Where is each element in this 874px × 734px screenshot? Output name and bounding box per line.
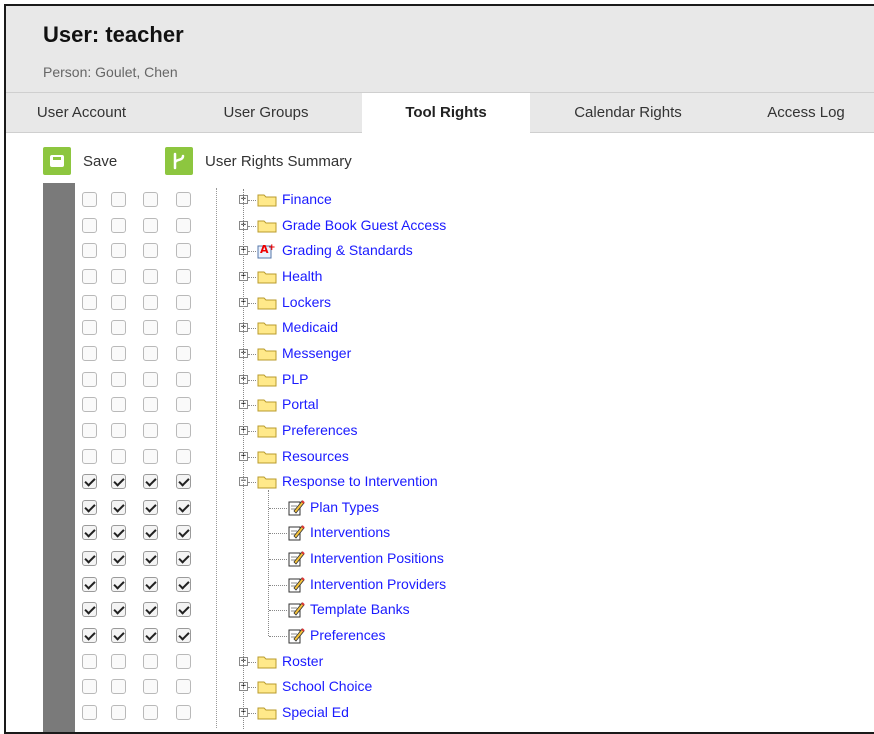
- folder-icon: [257, 296, 277, 310]
- tree-connector: [248, 302, 256, 304]
- tool-edit-icon: [287, 498, 305, 516]
- tree-item-label[interactable]: Special Ed: [282, 704, 349, 720]
- tree-connector: [248, 482, 256, 484]
- folder-icon: [257, 347, 277, 361]
- folder-icon: [257, 680, 277, 694]
- folder-icon: [257, 398, 277, 412]
- tree-connector: [248, 713, 256, 714]
- tree-item-label[interactable]: Medicaid: [282, 319, 338, 335]
- folder-icon: [257, 475, 277, 489]
- tree-trunk-line: [243, 189, 244, 729]
- tree-item-label[interactable]: Plan Types: [310, 499, 379, 515]
- tool-rights-tree: + Finance + Grade Book Guest Access + A + Gradi…: [6, 6, 874, 729]
- tree-item-label[interactable]: Preferences: [310, 627, 385, 643]
- folder-icon: [257, 424, 277, 438]
- tree-connector: [269, 610, 287, 612]
- tree-item-label[interactable]: PLP: [282, 371, 308, 387]
- tree-item-label[interactable]: Portal: [282, 396, 319, 412]
- tree-connector: [248, 225, 256, 227]
- svg-text:+: +: [268, 243, 276, 253]
- folder-icon: [257, 321, 277, 335]
- tree-connector: [248, 353, 256, 355]
- tree-item-label[interactable]: Template Banks: [310, 601, 410, 617]
- tree-connector: [248, 456, 256, 458]
- tree-connector: [269, 584, 287, 586]
- tree-connector: [248, 379, 256, 381]
- tool-edit-icon: [287, 600, 305, 618]
- folder-icon: [257, 655, 277, 669]
- tool-edit-icon: [287, 549, 305, 567]
- tree-connector: [269, 636, 287, 638]
- tree-connector: [248, 328, 256, 330]
- tree-connector: [248, 430, 256, 432]
- tree-item-label[interactable]: School Choice: [282, 678, 372, 694]
- folder-icon: [257, 193, 277, 207]
- tree-connector: [248, 251, 256, 253]
- tree-item-label[interactable]: Health: [282, 268, 322, 284]
- tree-item-label[interactable]: Lockers: [282, 294, 331, 310]
- tree-item-label[interactable]: Preferences: [282, 422, 357, 438]
- folder-icon: [257, 270, 277, 284]
- tree-item-label[interactable]: Grade Book Guest Access: [282, 217, 446, 233]
- tree-connector: [269, 559, 287, 561]
- tree-item-label[interactable]: Intervention Providers: [310, 576, 446, 592]
- tree-item-label[interactable]: Finance: [282, 191, 332, 207]
- tree-item-label[interactable]: Grading & Standards: [282, 242, 413, 258]
- tree-item-label[interactable]: Roster: [282, 653, 323, 669]
- tree-connector: [248, 405, 256, 407]
- tree-connector: [269, 533, 287, 535]
- tree-connector: [248, 200, 256, 201]
- tool-edit-icon: [287, 575, 305, 593]
- tree-item-label[interactable]: Response to Intervention: [282, 473, 438, 489]
- folder-icon: [257, 706, 277, 720]
- tree-branch-line: [268, 490, 269, 637]
- tree-item-label[interactable]: Resources: [282, 448, 349, 464]
- tree-item-label[interactable]: Messenger: [282, 345, 351, 361]
- grading-icon: A +: [257, 241, 276, 259]
- user-tool-rights-panel: User: teacher Person: Goulet, Chen User …: [4, 4, 874, 734]
- folder-icon: [257, 219, 277, 233]
- tree-connector: [269, 507, 287, 509]
- tree-connector: [248, 687, 256, 689]
- tree-connector: [248, 276, 256, 278]
- folder-icon: [257, 373, 277, 387]
- tree-connector: [248, 661, 256, 663]
- tree-item-label[interactable]: Intervention Positions: [310, 550, 444, 566]
- tree-item-label[interactable]: Interventions: [310, 524, 390, 540]
- tool-edit-icon: [287, 523, 305, 541]
- folder-icon: [257, 450, 277, 463]
- tool-edit-icon: [287, 626, 305, 644]
